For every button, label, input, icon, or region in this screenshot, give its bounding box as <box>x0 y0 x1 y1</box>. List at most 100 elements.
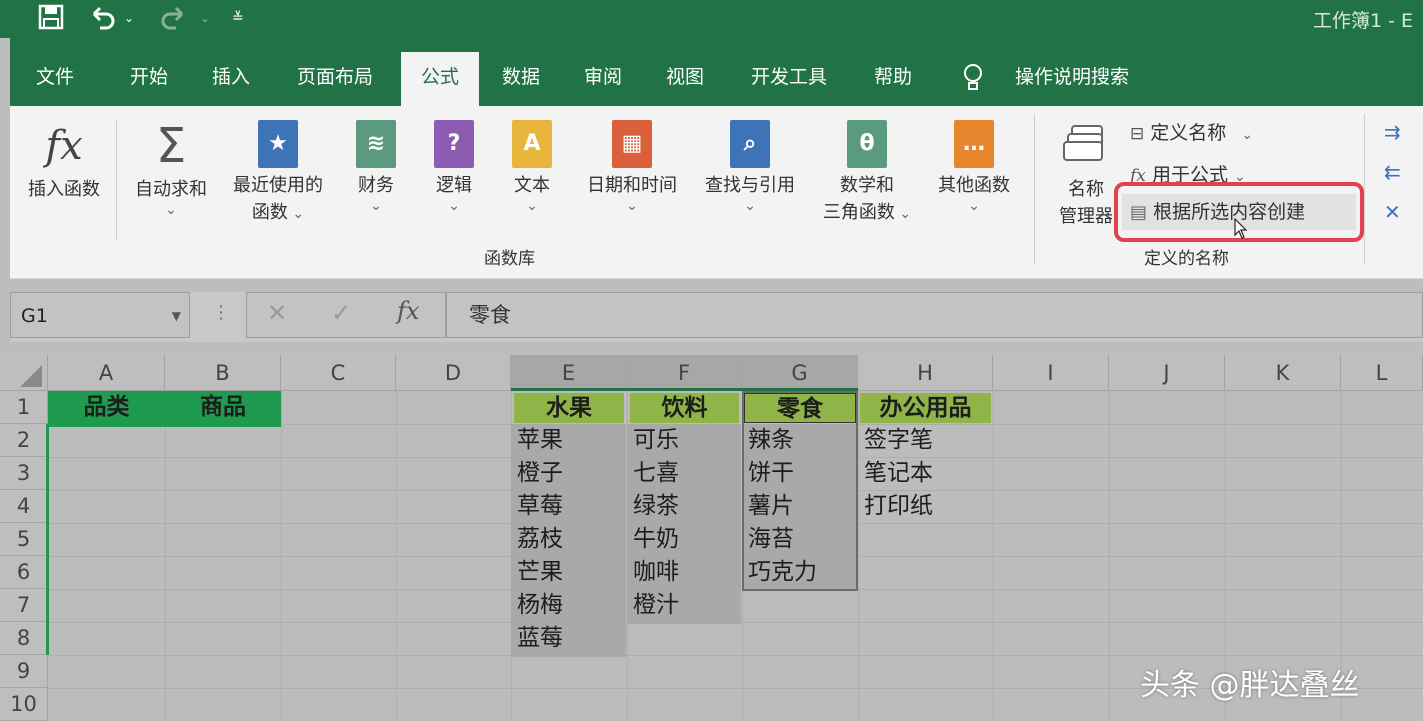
tab-data[interactable]: 数据 <box>499 52 543 106</box>
chevron-down-icon[interactable]: ▼ <box>172 293 181 339</box>
cell-f2[interactable]: 可乐 <box>627 424 742 457</box>
trace-precedents-icon[interactable]: ⇉ <box>1384 120 1401 144</box>
cell-f6[interactable]: 咖啡 <box>627 556 742 589</box>
more-functions-button[interactable]: … 其他函数 ⌄ <box>926 120 1022 213</box>
name-manager-button[interactable]: 名称 管理器 <box>1050 124 1122 230</box>
insert-function-button[interactable]: fx 插入函数 <box>16 120 112 203</box>
gridline <box>396 391 397 721</box>
autosum-button[interactable]: Σ 自动求和 ⌄ <box>126 120 216 217</box>
cell-f5[interactable]: 牛奶 <box>627 523 742 556</box>
undo-dropdown-icon[interactable]: ⌄ <box>124 4 134 32</box>
row-header-5[interactable]: 5 <box>0 523 48 556</box>
math-trig-button[interactable]: θ 数学和 三角函数 ⌄ <box>814 120 920 228</box>
cancel-icon[interactable]: ✕ <box>267 299 287 327</box>
column-header-f[interactable]: F <box>627 355 742 391</box>
cell-g3[interactable]: 饼干 <box>742 457 858 490</box>
chevron-down-icon: ⌄ <box>744 198 756 214</box>
cell-f4[interactable]: 绿茶 <box>627 490 742 523</box>
formula-input[interactable]: 零食 <box>446 292 1423 338</box>
cell-a1[interactable]: 品类 <box>48 391 165 424</box>
column-header-d[interactable]: D <box>396 355 511 391</box>
row-header-10[interactable]: 10 <box>0 688 48 721</box>
enter-icon[interactable]: ✓ <box>331 299 351 327</box>
column-header-e[interactable]: E <box>511 355 627 391</box>
name-box[interactable]: G1 ▼ <box>10 292 190 338</box>
redo-dropdown-icon[interactable]: ⌄ <box>200 4 210 32</box>
financial-button[interactable]: ≋ 财务 ⌄ <box>344 120 408 213</box>
tab-developer[interactable]: 开发工具 <box>745 52 833 106</box>
text-book-icon: A <box>512 120 552 168</box>
ellipsis-book-icon: … <box>954 120 994 168</box>
row-header-2[interactable]: 2 <box>0 424 48 457</box>
redo-icon[interactable] <box>158 4 188 38</box>
trace-dependents-icon[interactable]: ⇇ <box>1384 160 1401 184</box>
row-header-1[interactable]: 1 <box>0 391 48 424</box>
column-header-i[interactable]: I <box>993 355 1109 391</box>
drag-handle-icon[interactable]: ⋮ <box>212 302 230 323</box>
define-name-button[interactable]: ⊟ 定义名称 ⌄ <box>1130 118 1253 145</box>
cell-e6[interactable]: 芒果 <box>511 556 626 589</box>
cell-e8[interactable]: 蓝莓 <box>511 622 626 655</box>
row-header-9[interactable]: 9 <box>0 655 48 688</box>
cell-e1[interactable]: 水果 <box>514 393 624 423</box>
fx-icon: fx <box>45 123 83 169</box>
cell-f7[interactable]: 橙汁 <box>627 589 742 622</box>
undo-icon[interactable] <box>88 4 118 38</box>
cell-h1[interactable]: 办公用品 <box>860 393 991 423</box>
ribbon-formulas: fx 插入函数 Σ 自动求和 ⌄ ★ 最近使用的 函数 ⌄ ≋ 财务 ⌄ ? 逻… <box>10 106 1423 279</box>
row-header-7[interactable]: 7 <box>0 589 48 622</box>
row-header-3[interactable]: 3 <box>0 457 48 490</box>
column-header-g[interactable]: G <box>742 355 858 391</box>
cell-e4[interactable]: 草莓 <box>511 490 626 523</box>
cell-f1[interactable]: 饮料 <box>630 393 739 423</box>
logical-button[interactable]: ? 逻辑 ⌄ <box>422 120 486 213</box>
cell-e5[interactable]: 荔枝 <box>511 523 626 556</box>
column-header-b[interactable]: B <box>165 355 281 391</box>
tab-review[interactable]: 审阅 <box>581 52 625 106</box>
mouse-cursor-icon <box>1234 217 1248 244</box>
cell-f3[interactable]: 七喜 <box>627 457 742 490</box>
row-header-6[interactable]: 6 <box>0 556 48 589</box>
tab-insert[interactable]: 插入 <box>209 52 253 106</box>
column-header-a[interactable]: A <box>48 355 165 391</box>
column-header-k[interactable]: K <box>1225 355 1341 391</box>
row-header-4[interactable]: 4 <box>0 490 48 523</box>
insert-function-icon[interactable]: fx <box>397 297 419 325</box>
cell-b1[interactable]: 商品 <box>165 391 281 424</box>
cell-h2[interactable]: 签字笔 <box>858 424 993 457</box>
save-icon[interactable] <box>38 4 64 38</box>
lookup-button[interactable]: ⌕ 查找与引用 ⌄ <box>694 120 806 213</box>
select-all-button[interactable] <box>0 355 48 391</box>
tab-view[interactable]: 视图 <box>663 52 707 106</box>
column-header-j[interactable]: J <box>1109 355 1225 391</box>
recently-used-button[interactable]: ★ 最近使用的 函数 ⌄ <box>222 120 334 228</box>
cell-g6[interactable]: 巧克力 <box>742 556 858 589</box>
tab-page-layout[interactable]: 页面布局 <box>291 52 379 106</box>
tag-icon: ⊟ <box>1130 124 1145 144</box>
row-header-8[interactable]: 8 <box>0 622 48 655</box>
star-book-icon: ★ <box>258 120 298 168</box>
tab-help[interactable]: 帮助 <box>871 52 915 106</box>
text-button[interactable]: A 文本 ⌄ <box>500 120 564 213</box>
datetime-button[interactable]: ▦ 日期和时间 ⌄ <box>576 120 688 213</box>
tab-file[interactable]: 文件 <box>34 52 76 106</box>
cell-h4[interactable]: 打印纸 <box>858 490 993 523</box>
customize-qat-icon[interactable]: ≚ <box>232 4 244 32</box>
column-header-c[interactable]: C <box>281 355 396 391</box>
chevron-down-icon: ⌄ <box>1232 127 1253 143</box>
cell-h3[interactable]: 笔记本 <box>858 457 993 490</box>
tell-me-search[interactable]: 操作说明搜索 <box>1006 52 1138 106</box>
tab-formulas[interactable]: 公式 <box>401 52 479 106</box>
cell-e2[interactable]: 苹果 <box>511 424 626 457</box>
tab-home[interactable]: 开始 <box>127 52 171 106</box>
cell-g4[interactable]: 薯片 <box>742 490 858 523</box>
remove-arrows-icon[interactable]: ✕ <box>1384 200 1401 224</box>
cell-e3[interactable]: 橙子 <box>511 457 626 490</box>
column-header-h[interactable]: H <box>858 355 993 391</box>
cell-g5[interactable]: 海苔 <box>742 523 858 556</box>
cell-g2[interactable]: 辣条 <box>742 424 858 457</box>
cell-e7[interactable]: 杨梅 <box>511 589 626 622</box>
insert-function-label: 插入函数 <box>28 179 100 200</box>
column-header-l[interactable]: L <box>1341 355 1423 391</box>
question-book-icon: ? <box>434 120 474 168</box>
